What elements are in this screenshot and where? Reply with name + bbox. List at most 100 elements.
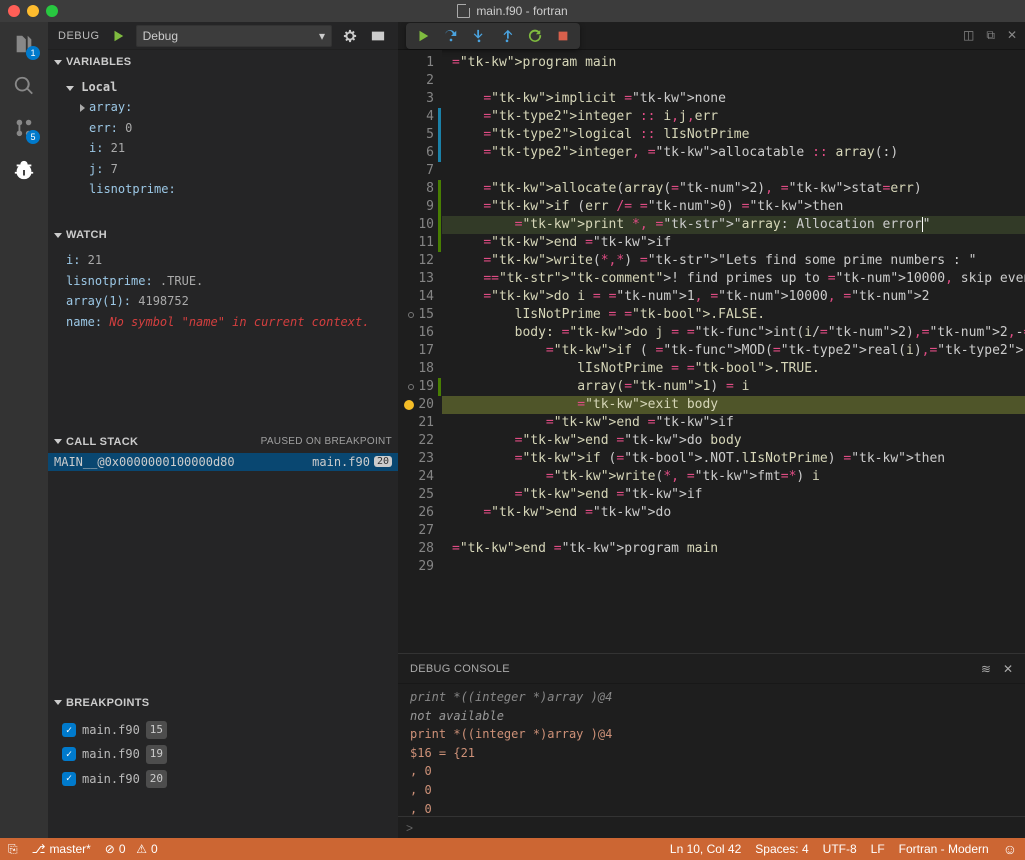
callstack-header[interactable]: CALL STACK PAUSED ON BREAKPOINT bbox=[48, 431, 398, 453]
gutter-line[interactable]: 19 bbox=[398, 378, 434, 396]
console-input[interactable]: > bbox=[398, 816, 1025, 838]
gutter-line[interactable]: 20 bbox=[398, 396, 434, 414]
code-line[interactable]: ="tk-kw">end ="tk-kw">if bbox=[442, 234, 1025, 252]
stop-button[interactable] bbox=[550, 25, 576, 47]
feedback-button[interactable]: ☺ bbox=[1003, 841, 1017, 857]
indent-button[interactable]: Spaces: 4 bbox=[755, 842, 808, 856]
gutter-line[interactable]: 27 bbox=[398, 522, 434, 540]
code-line[interactable]: ="tk-kw">if ( ="tk-func">MOD(="tk-type2"… bbox=[442, 342, 1025, 360]
gutter-line[interactable]: 17 bbox=[398, 342, 434, 360]
variable-row[interactable]: j: 7 bbox=[66, 159, 390, 179]
code-line[interactable]: ="tk-kw">program main bbox=[442, 54, 1025, 72]
code-line[interactable]: ="tk-type2">logical :: lIsNotPrime bbox=[442, 126, 1025, 144]
git-branch[interactable]: ⎇ master* bbox=[32, 842, 91, 856]
problems-button[interactable]: ⊘ 0 ⚠ 0 bbox=[105, 842, 158, 856]
variable-row[interactable]: err: 0 bbox=[66, 118, 390, 138]
code-line[interactable]: ="tk-kw">if (err /= ="tk-num">0) ="tk-kw… bbox=[442, 198, 1025, 216]
code-line[interactable]: ="tk-kw">end ="tk-kw">if bbox=[442, 486, 1025, 504]
continue-button[interactable] bbox=[410, 25, 436, 47]
gutter-line[interactable]: 21 bbox=[398, 414, 434, 432]
language-mode[interactable]: Fortran - Modern bbox=[899, 842, 989, 856]
code-line[interactable]: ="tk-kw">end ="tk-kw">if bbox=[442, 414, 1025, 432]
code-line[interactable] bbox=[442, 558, 1025, 576]
restart-button[interactable] bbox=[522, 25, 548, 47]
breakpoint-row[interactable]: ✓main.f9020 bbox=[58, 767, 390, 791]
gutter-line[interactable]: 26 bbox=[398, 504, 434, 522]
start-debug-button[interactable] bbox=[108, 26, 128, 46]
variables-header[interactable]: VARIABLES bbox=[48, 51, 398, 73]
close-editor-button[interactable]: ✕ bbox=[1007, 28, 1017, 43]
gutter-line[interactable]: 15 bbox=[398, 306, 434, 324]
variable-row[interactable]: lisnotprime: bbox=[66, 179, 390, 199]
gutter-line[interactable]: 23 bbox=[398, 450, 434, 468]
code-line[interactable]: ="tk-kw">implicit ="tk-kw">none bbox=[442, 90, 1025, 108]
gutter-line[interactable]: 9 bbox=[398, 198, 434, 216]
code-line[interactable]: ="tk-kw">exit body bbox=[442, 396, 1025, 414]
breakpoint-row[interactable]: ✓main.f9015 bbox=[58, 718, 390, 742]
remote-button[interactable]: ⎘ bbox=[8, 842, 18, 857]
minimize-window-button[interactable] bbox=[27, 5, 39, 17]
gutter-line[interactable]: 13 bbox=[398, 270, 434, 288]
watch-row[interactable]: name: No symbol "name" in current contex… bbox=[66, 312, 390, 332]
debug-config-select[interactable]: Debug ▾ bbox=[136, 25, 332, 47]
maximize-window-button[interactable] bbox=[46, 5, 58, 17]
watch-header[interactable]: WATCH bbox=[48, 224, 398, 246]
gutter-line[interactable]: 2 bbox=[398, 72, 434, 90]
breakpoints-header[interactable]: BREAKPOINTS bbox=[48, 692, 398, 714]
code-line[interactable]: ="tk-type2">integer :: i,j,err bbox=[442, 108, 1025, 126]
code-line[interactable] bbox=[442, 162, 1025, 180]
step-out-button[interactable] bbox=[494, 25, 520, 47]
code-line[interactable]: ="tk-kw">end ="tk-kw">do bbox=[442, 504, 1025, 522]
source-control-tab[interactable]: 5 bbox=[8, 112, 40, 144]
gutter-line[interactable]: 7 bbox=[398, 162, 434, 180]
gutter-line[interactable]: 4 bbox=[398, 108, 434, 126]
gutter-line[interactable]: 14 bbox=[398, 288, 434, 306]
gutter-line[interactable]: 28 bbox=[398, 540, 434, 558]
code-line[interactable] bbox=[442, 522, 1025, 540]
gutter-line[interactable]: 18 bbox=[398, 360, 434, 378]
code-editor[interactable]: 1234567891011121314151617181920212223242… bbox=[398, 50, 1025, 653]
gutter-line[interactable]: 12 bbox=[398, 252, 434, 270]
gutter-line[interactable]: 1 bbox=[398, 54, 434, 72]
debug-console-toggle[interactable] bbox=[368, 26, 388, 46]
gutter-line[interactable]: 29 bbox=[398, 558, 434, 576]
code-line[interactable]: ="tk-type2">integer, ="tk-kw">allocatabl… bbox=[442, 144, 1025, 162]
callstack-frame[interactable]: MAIN__@0x0000000100000d80 main.f90 20 bbox=[48, 453, 398, 471]
variable-row[interactable]: i: 21 bbox=[66, 138, 390, 158]
debug-settings-button[interactable] bbox=[340, 26, 360, 46]
variable-row[interactable]: array: bbox=[66, 97, 390, 117]
code-line[interactable]: array(="tk-num">1) = i bbox=[442, 378, 1025, 396]
gutter-line[interactable]: 3 bbox=[398, 90, 434, 108]
code-line[interactable]: lIsNotPrime = ="tk-bool">.TRUE. bbox=[442, 360, 1025, 378]
code-line[interactable]: ="tk-kw">write(*,*) ="tk-str">"Lets find… bbox=[442, 252, 1025, 270]
clear-console-button[interactable]: ≋ bbox=[981, 662, 991, 676]
code-line[interactable]: lIsNotPrime = ="tk-bool">.FALSE. bbox=[442, 306, 1025, 324]
code-line[interactable]: =="tk-str">"tk-comment">! find primes up… bbox=[442, 270, 1025, 288]
code-line[interactable]: ="tk-kw">allocate(array(="tk-num">2), ="… bbox=[442, 180, 1025, 198]
code-line[interactable]: ="tk-kw">end ="tk-kw">program main bbox=[442, 540, 1025, 558]
watch-row[interactable]: i: 21 bbox=[66, 250, 390, 270]
split-editor-button[interactable]: ◫ bbox=[963, 28, 974, 43]
scope-local[interactable]: Local bbox=[81, 80, 117, 94]
breakpoint-row[interactable]: ✓main.f9019 bbox=[58, 742, 390, 766]
gutter-line[interactable]: 11 bbox=[398, 234, 434, 252]
step-into-button[interactable] bbox=[466, 25, 492, 47]
gutter-line[interactable]: 24 bbox=[398, 468, 434, 486]
gutter-line[interactable]: 8 bbox=[398, 180, 434, 198]
gutter-line[interactable]: 10 bbox=[398, 216, 434, 234]
debug-tab[interactable] bbox=[8, 154, 40, 186]
code-line[interactable]: ="tk-kw">if (="tk-bool">.NOT.lIsNotPrime… bbox=[442, 450, 1025, 468]
cursor-position[interactable]: Ln 10, Col 42 bbox=[670, 842, 741, 856]
diff-button[interactable]: ⧉ bbox=[986, 28, 995, 43]
encoding-button[interactable]: UTF-8 bbox=[823, 842, 857, 856]
gutter-line[interactable]: 25 bbox=[398, 486, 434, 504]
step-over-button[interactable] bbox=[438, 25, 464, 47]
code-line[interactable]: ="tk-kw">end ="tk-kw">do body bbox=[442, 432, 1025, 450]
eol-button[interactable]: LF bbox=[871, 842, 885, 856]
close-console-button[interactable]: ✕ bbox=[1003, 662, 1013, 676]
explorer-tab[interactable]: 1 bbox=[8, 28, 40, 60]
code-line[interactable] bbox=[442, 72, 1025, 90]
gutter-line[interactable]: 6 bbox=[398, 144, 434, 162]
search-tab[interactable] bbox=[8, 70, 40, 102]
gutter-line[interactable]: 22 bbox=[398, 432, 434, 450]
